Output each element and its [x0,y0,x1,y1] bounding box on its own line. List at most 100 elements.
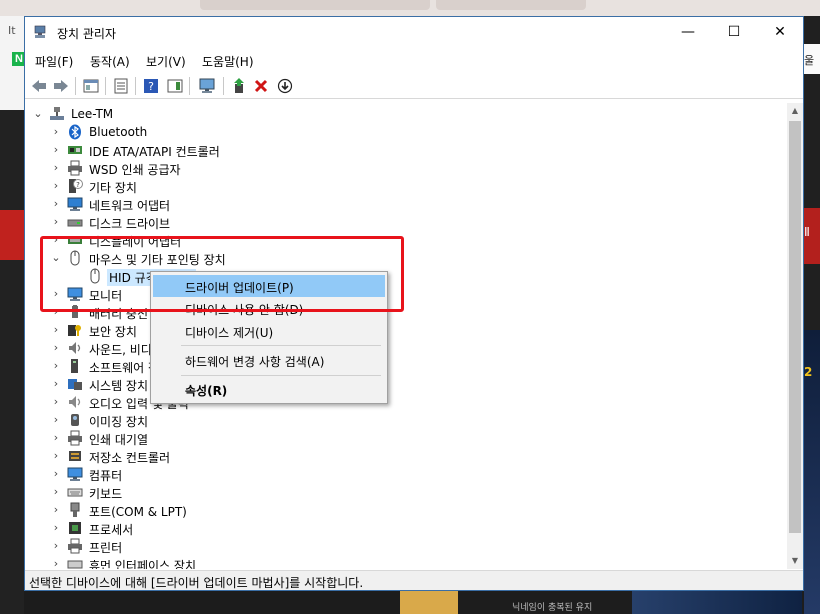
tree-item-keyboard[interactable]: › 키보드 [27,483,787,501]
tree-item-printer[interactable]: › 프린터 [27,537,787,555]
system-device-icon [68,379,82,390]
tree-item-label: 디스크 드라이브 [89,217,171,231]
tree-item-label: 프린터 [89,541,123,555]
chevron-right-icon[interactable]: › [51,432,61,443]
menu-view[interactable]: 보기(V) [146,53,186,70]
tree-item-label: 휴먼 인터페이스 장치 [89,559,196,569]
tree-item-wsd[interactable]: › WSD 인쇄 공급자 [27,159,787,177]
chevron-right-icon[interactable]: › [51,198,61,209]
help-icon: ? [144,79,158,93]
annotation-highlight-box [40,236,404,312]
tree-item-other[interactable]: › ? 기타 장치 [27,177,787,195]
tree-item-label: 이미징 장치 [89,415,149,429]
forward-button[interactable] [51,76,71,96]
tree-root[interactable]: ⌄ Lee-TM [27,105,787,123]
tree-item-network[interactable]: › 네트워크 어댑터 [27,195,787,213]
chevron-right-icon[interactable]: › [51,378,61,389]
minimize-button[interactable]: — [665,17,711,47]
scan-hardware-button[interactable] [197,76,217,96]
chevron-right-icon[interactable]: › [51,180,61,191]
chevron-right-icon[interactable]: › [51,540,61,551]
toolbar-separator [135,77,136,95]
scroll-up-arrow-icon[interactable]: ▲ [787,103,803,119]
chevron-right-icon[interactable]: › [51,342,61,353]
properties-toolbar-button[interactable] [111,76,131,96]
scan-hardware-menu-item[interactable]: 하드웨어 변경 사항 검색(A) [153,349,385,371]
show-hide-console-tree-button[interactable] [81,76,101,96]
chevron-right-icon[interactable]: › [51,396,61,407]
chevron-right-icon[interactable]: › [51,558,61,569]
back-button[interactable] [29,76,49,96]
tree-item-hid[interactable]: › 휴먼 인터페이스 장치 [27,555,787,569]
chevron-right-icon[interactable]: › [51,144,61,155]
unknown-device-icon: ? [69,179,83,193]
chevron-right-icon[interactable]: › [51,324,61,335]
maximize-button[interactable]: ☐ [711,17,757,47]
chevron-right-icon[interactable]: › [51,504,61,515]
tree-item-imaging[interactable]: › 이미징 장치 [27,411,787,429]
scroll-down-arrow-icon[interactable]: ▼ [787,553,803,569]
chevron-right-icon[interactable]: › [51,468,61,479]
chevron-right-icon[interactable]: › [51,486,61,497]
bluetooth-icon [69,124,81,140]
menu-help[interactable]: 도움말(H) [202,53,254,70]
properties-menu-item[interactable]: 속성(R) [153,378,385,400]
tree-item-ide[interactable]: › IDE ATA/ATAPI 컨트롤러 [27,141,787,159]
tree-item-disk[interactable]: › 디스크 드라이브 [27,213,787,231]
scrollbar-thumb[interactable] [789,121,801,533]
tree-item-storage[interactable]: › 저장소 컨트롤러 [27,447,787,465]
disable-device-button[interactable] [275,76,295,96]
background-bottom-strip [400,590,804,614]
background-text: It [8,24,16,37]
tree-item-label: 인쇄 대기열 [89,433,149,447]
title-bar[interactable]: 장치 관리자 — ☐ ✕ [25,17,803,47]
toolbar-separator [105,77,106,95]
tree-item-print-queue[interactable]: › 인쇄 대기열 [27,429,787,447]
hid-icon [67,560,83,569]
chevron-right-icon[interactable]: › [51,216,61,227]
tree-item-label: 컴퓨터 [89,469,123,483]
tree-item-audio[interactable]: › 오디오 입력 및 출력 [27,393,787,411]
action-pane-button[interactable] [165,76,185,96]
tree-item-label: 보안 장치 [89,325,137,339]
tree-item-processor[interactable]: › 프로세서 [27,519,787,537]
sound-icon [69,342,81,354]
background-tab [200,0,430,10]
tree-item-system[interactable]: › 시스템 장치 [27,375,787,393]
svg-text:?: ? [148,80,154,93]
menu-bar: 파일(F) 동작(A) 보기(V) 도움말(H) [25,49,803,71]
tree-item-sound[interactable]: › 사운드, 비디오 및 게임 컨트롤러 [27,339,787,357]
uninstall-device-button[interactable] [251,76,271,96]
uninstall-device-menu-item[interactable]: 디바이스 제거(U) [153,320,385,342]
chevron-right-icon[interactable]: › [51,162,61,173]
device-manager-icon [34,25,46,38]
update-driver-icon [234,78,244,93]
tree-item-computer[interactable]: › 컴퓨터 [27,465,787,483]
chevron-right-icon[interactable]: › [51,414,61,425]
tree-root-label: Lee-TM [71,107,114,121]
menu-item-label: 하드웨어 변경 사항 검색(A) [185,355,325,369]
red-x-icon [254,79,268,93]
chevron-right-icon[interactable]: › [51,360,61,371]
tree-item-label: 저장소 컨트롤러 [89,451,171,465]
toolbar-separator [189,77,190,95]
chevron-right-icon[interactable]: › [51,126,61,137]
tree-item-label: 기타 장치 [89,181,137,195]
tree-item-software[interactable]: › 소프트웨어 장치 [27,357,787,375]
chevron-down-icon[interactable]: ⌄ [33,108,43,119]
print-queue-icon [68,430,82,446]
computer-icon [50,107,64,120]
processor-icon [69,522,81,534]
arrow-right-icon [54,80,68,92]
chevron-right-icon[interactable]: › [51,522,61,533]
help-toolbar-button[interactable]: ? [141,76,161,96]
tree-item-port[interactable]: › 포트(COM & LPT) [27,501,787,519]
tree-item-bluetooth[interactable]: › Bluetooth [27,123,787,141]
menu-file[interactable]: 파일(F) [35,53,73,70]
tree-item-security[interactable]: › 보안 장치 [27,321,787,339]
vertical-scrollbar[interactable]: ▲ ▼ [787,103,803,569]
update-driver-button[interactable] [229,76,249,96]
menu-action[interactable]: 동작(A) [90,53,130,70]
close-button[interactable]: ✕ [757,17,803,47]
chevron-right-icon[interactable]: › [51,450,61,461]
